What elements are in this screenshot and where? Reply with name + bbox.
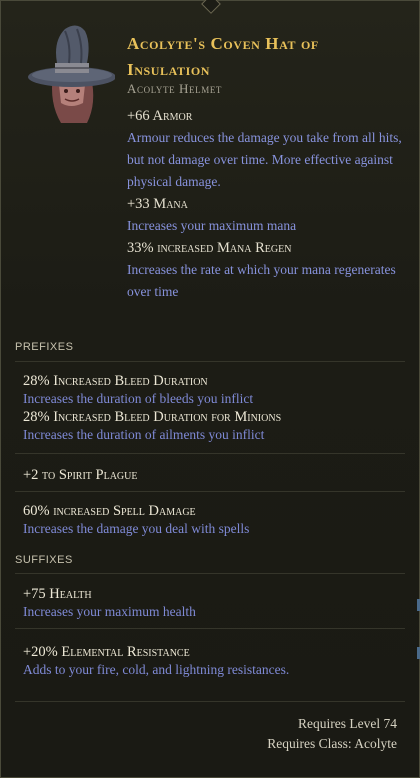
affix-stat: 28% Increased Bleed Duration for Minions xyxy=(23,409,282,425)
divider xyxy=(15,361,405,362)
implicit-stat: 33% increased Mana Regen xyxy=(127,240,292,256)
implicit-desc: Increases the rate at which your mana re… xyxy=(127,262,396,299)
item-title: Acolyte's Coven Hat of Insulation xyxy=(127,34,319,79)
divider xyxy=(15,701,405,702)
affix-stat: +2 to Spirit Plague xyxy=(23,467,138,483)
coven-hat-icon xyxy=(25,23,116,123)
suffixes-label: SUFFIXES xyxy=(15,554,73,566)
item-base-type: Acolyte Helmet xyxy=(127,81,223,96)
affix-stat: 28% Increased Bleed Duration xyxy=(23,373,208,389)
affix-stat: +20% Elemental Resistance xyxy=(23,644,190,660)
item-tooltip: Acolyte's Coven Hat of Insulation Acolyt… xyxy=(0,0,420,778)
implicit-stats: +66 Armor Armour reduces the damage you … xyxy=(127,105,407,303)
divider xyxy=(15,628,405,629)
prefixes-label: PREFIXES xyxy=(15,341,74,353)
item-header: Acolyte's Coven Hat of Insulation Acolyt… xyxy=(1,1,419,321)
affix-desc: Increases the damage you deal with spell… xyxy=(23,521,250,536)
implicit-desc: Armour reduces the damage you take from … xyxy=(127,130,402,189)
prefix-affix[interactable]: 60% increased Spell Damage Increases the… xyxy=(23,502,403,538)
affix-stat: 60% increased Spell Damage xyxy=(23,503,196,519)
implicit-desc: Increases your maximum mana xyxy=(127,218,297,233)
divider xyxy=(15,453,405,454)
prefix-affix[interactable]: 28% Increased Bleed Duration Increases t… xyxy=(23,372,403,444)
divider xyxy=(15,573,405,574)
suffix-affix[interactable]: +20% Elemental Resistance Adds to your f… xyxy=(23,643,403,679)
required-class: Requires Class: Acolyte xyxy=(267,736,397,751)
implicit-stat: +66 Armor xyxy=(127,108,193,124)
affix-stat: +75 Health xyxy=(23,586,92,602)
divider xyxy=(15,491,405,492)
requirements: Requires Level 74 Requires Class: Acolyt… xyxy=(97,714,397,754)
affix-desc: Increases the duration of ailments you i… xyxy=(23,427,265,442)
affix-desc: Increases the duration of bleeds you inf… xyxy=(23,391,254,406)
implicit-stat: +33 Mana xyxy=(127,196,188,212)
prefix-affix[interactable]: +2 to Spirit Plague xyxy=(23,466,403,484)
affix-desc: Increases your maximum health xyxy=(23,604,196,619)
required-level: Requires Level 74 xyxy=(298,716,397,731)
affix-desc: Adds to your fire, cold, and lightning r… xyxy=(23,662,290,677)
suffix-affix[interactable]: +75 Health Increases your maximum health xyxy=(23,585,403,621)
